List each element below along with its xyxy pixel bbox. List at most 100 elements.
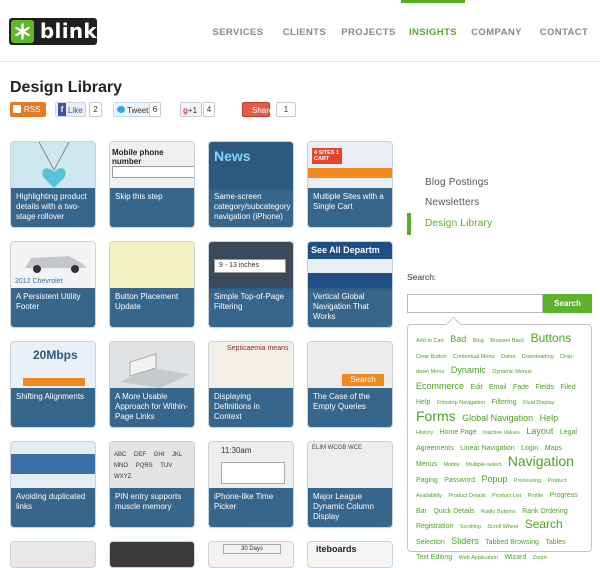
tag-link[interactable]: Filtering [492,399,517,406]
library-tile[interactable]: Button Placement Update [109,241,195,328]
library-tile[interactable]: ELIM WCGB WCE Major League Dynamic Colum… [307,441,393,528]
library-tile[interactable]: See All Departm Vertical Global Navigati… [307,241,393,328]
tag-link[interactable]: Ecommerce [416,381,464,391]
gplus-count: 4 [203,102,215,117]
tag-link[interactable]: Wizard [504,554,526,561]
tag-link[interactable]: Maps [545,445,562,452]
tag-link[interactable]: Profile [528,493,544,499]
tile-thumb-text: Search [342,374,384,386]
gplus-button[interactable]: g+1 [180,102,202,117]
tag-link[interactable]: Dynamic [451,365,486,375]
tag-link[interactable]: Browser Back [490,338,524,344]
tile-caption: Major League Dynamic Column Display [308,488,392,527]
tag-link[interactable]: Selection [416,539,445,546]
tag-link[interactable]: Blog [473,338,484,344]
tag-link[interactable]: Search [525,517,563,531]
tag-link[interactable]: Edit [470,384,482,391]
tag-link[interactable]: Global Navigation [462,413,533,423]
tag-link[interactable]: Contextual Menu [453,354,495,360]
tag-link[interactable]: Menus [416,461,437,468]
library-tile[interactable] [109,541,195,568]
tag-link[interactable]: Rank Ordering [522,508,568,515]
library-tile[interactable]: Avoiding duplicated links [10,441,96,528]
library-tile[interactable]: Septicaemia means Displaying Definitions… [208,341,294,428]
tile-thumbnail: 9 - 13 inches [209,242,293,290]
tag-link[interactable]: Tabbed Browsing [485,539,539,546]
search-input[interactable] [407,294,543,313]
facebook-like-button[interactable]: Like [55,102,86,117]
tag-link[interactable]: Navigation [508,453,574,469]
tag-link[interactable]: Text Editing [416,554,452,561]
nav-projects[interactable]: PROJECTS [336,0,401,62]
tag-link[interactable]: Dates [501,354,515,360]
tag-link[interactable]: Paging [416,477,438,484]
tag-link[interactable]: Zoom [533,555,547,561]
tag-link[interactable]: Product List [492,493,521,499]
tag-link[interactable]: Scroll Wheel [487,524,518,530]
tag-link[interactable]: Popup [481,474,507,484]
sidebar-item-blog-postings[interactable]: Blog Postings [425,177,489,188]
tag-link[interactable]: Downloading [522,354,554,360]
tile-thumb-text: iteboards [316,544,357,554]
tag-link[interactable]: Forms [416,408,456,424]
tag-link[interactable]: Dynamic Menus [492,369,531,375]
nav-clients[interactable]: CLIENTS [273,0,336,62]
tag-link[interactable]: Bad [450,334,466,344]
tag-link[interactable]: Sliders [451,536,479,546]
tag-link[interactable]: Linear Navigation [460,445,514,452]
tag-link[interactable]: Help [540,413,559,423]
tag-link[interactable]: Email [489,384,507,391]
library-tile[interactable]: 30 Days [208,541,294,568]
tag-link[interactable]: Clear Button [416,354,447,360]
tag-link[interactable]: Quick Details [433,508,474,515]
tag-link[interactable]: Mobile [443,462,459,468]
library-tile[interactable]: ABC DEF GHI JKL MNO PQRS TUV WXYZ PIN en… [109,441,195,528]
tag-link[interactable]: Fields [535,384,554,391]
tag-link[interactable]: Web Application [459,555,498,561]
nav-contact[interactable]: CONTACT [528,0,600,62]
tag-link[interactable]: Filmstrip Navigation [437,400,485,406]
library-tile[interactable]: A More Usable Approach for Within-Page L… [109,341,195,428]
tag-link[interactable]: Home Page [440,429,477,436]
tag-link[interactable]: Help [416,399,430,406]
library-tile[interactable]: 20Mbps Shifting Alignments [10,341,96,428]
tag-link[interactable]: Scrolling [460,524,481,530]
nav-company[interactable]: COMPANY [465,0,528,62]
library-tile[interactable]: News Same-screen category/subcategory na… [208,141,294,228]
library-tile[interactable]: iteboards [307,541,393,568]
tag-link[interactable]: Buttons [531,331,572,345]
tag-link[interactable]: Fade [513,384,529,391]
nav-services[interactable]: SERVICES [203,0,273,62]
tag-link[interactable]: Tables [545,539,565,546]
library-tile[interactable]: 9 - 13 inches Simple Top-of-Page Filteri… [208,241,294,328]
search-button[interactable]: Search [543,294,592,313]
tag-link[interactable]: Radio Buttons [481,509,516,515]
tag-link[interactable]: Layout [526,426,553,436]
library-tile[interactable]: Mobile phone number Skip this step [109,141,195,228]
tag-link[interactable]: Filed [561,384,576,391]
tile-thumbnail [110,542,194,567]
library-tile[interactable]: 4 SITES 1 CART Multiple Sites with a Sin… [307,141,393,228]
tag-link[interactable]: Multiple-select [466,462,501,468]
tag-link[interactable]: Fluid Display [523,400,554,406]
rss-button[interactable]: RSS [10,102,46,117]
nav-insights[interactable]: INSIGHTS [401,0,465,62]
tag-link[interactable]: Password [444,477,475,484]
library-tile[interactable]: Highlighting product details with a two-… [10,141,96,228]
main-nav: SERVICES CLIENTS PROJECTS INSIGHTS COMPA… [203,0,600,62]
sidebar-item-design-library[interactable]: Design Library [425,218,492,229]
library-tile[interactable] [10,541,96,568]
library-tile[interactable]: 2012 Chevrolet A Persistent Utility Foot… [10,241,96,328]
tag-link[interactable]: Product Details [448,493,485,499]
tag-link[interactable]: Inactive Values [483,430,520,436]
share-button[interactable]: Share [242,102,273,117]
library-tile[interactable]: 11:30am iPhone-like Time Picker [208,441,294,528]
tag-link[interactable]: Login [521,445,538,452]
sidebar-item-newsletters[interactable]: Newsletters [425,197,479,208]
library-tile[interactable]: Search The Case of the Empty Queries [307,341,393,428]
logo[interactable]: blink [9,18,97,45]
tag-link[interactable]: Processing [514,478,541,484]
tag-link[interactable]: History [416,430,433,436]
tag-link[interactable]: Add to Cart [416,338,444,344]
tag-link[interactable]: Registration [416,523,453,530]
